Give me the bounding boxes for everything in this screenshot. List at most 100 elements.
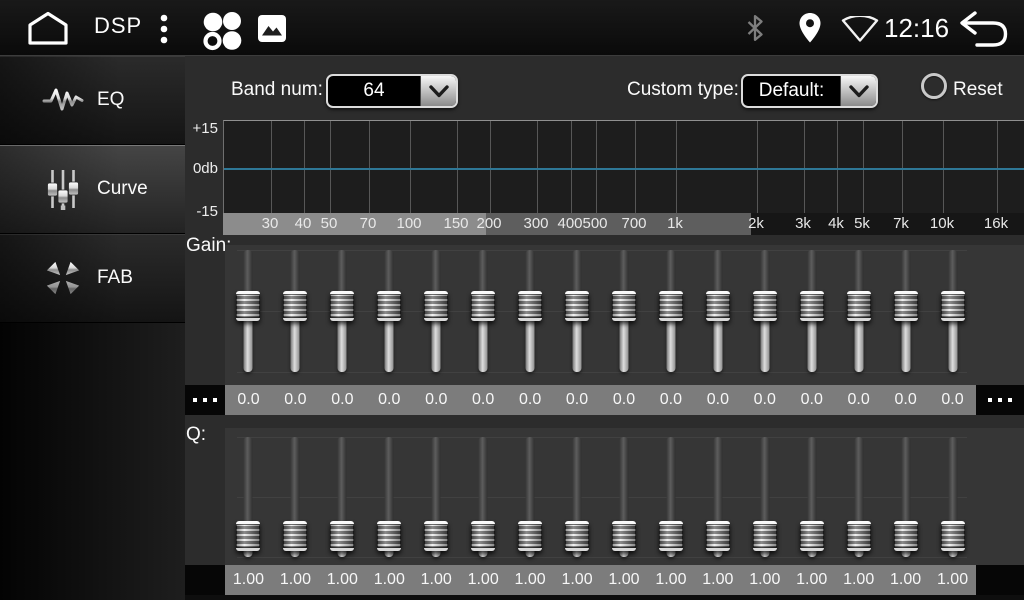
slider-knob[interactable] [941, 291, 965, 321]
freq-tick-label: 7k [893, 215, 909, 232]
slider-knob[interactable] [753, 291, 777, 321]
slider-knob[interactable] [518, 521, 542, 551]
slider-knob[interactable] [894, 521, 918, 551]
slider-knob[interactable] [283, 521, 307, 551]
slider-track-upper [338, 437, 347, 525]
q-band-slider-5[interactable] [413, 428, 460, 565]
slider-knob[interactable] [565, 291, 589, 321]
gain-band-slider-2[interactable] [272, 245, 319, 385]
chevron-down-icon[interactable] [420, 76, 456, 106]
slider-knob[interactable] [847, 291, 871, 321]
location-icon [798, 12, 822, 44]
slider-knob[interactable] [659, 291, 683, 321]
gain-band-slider-5[interactable] [413, 245, 460, 385]
q-band-slider-4[interactable] [366, 428, 413, 565]
custom-type-dropdown[interactable]: Default: [741, 74, 878, 108]
slider-knob[interactable] [659, 521, 683, 551]
gain-band-slider-8[interactable] [554, 245, 601, 385]
q-band-slider-9[interactable] [601, 428, 648, 565]
slider-knob[interactable] [518, 291, 542, 321]
gain-axis-zero-label: 0db [185, 160, 218, 177]
slider-track-lower [385, 317, 394, 372]
gain-band-slider-13[interactable] [788, 245, 835, 385]
q-band-slider-11[interactable] [694, 428, 741, 565]
q-band-slider-3[interactable] [319, 428, 366, 565]
gain-band-slider-6[interactable] [460, 245, 507, 385]
home-icon[interactable] [24, 10, 72, 46]
slider-knob[interactable] [283, 291, 307, 321]
zero-gain-line [224, 168, 1024, 170]
slider-knob[interactable] [471, 521, 495, 551]
slider-knob[interactable] [330, 291, 354, 321]
q-band-value-14: 1.00 [835, 565, 882, 595]
slider-knob[interactable] [706, 291, 730, 321]
slider-knob[interactable] [753, 521, 777, 551]
gain-band-slider-1[interactable] [225, 245, 272, 385]
slider-knob[interactable] [424, 291, 448, 321]
q-scroll-right-button[interactable] [976, 565, 1024, 595]
slider-knob[interactable] [800, 291, 824, 321]
q-band-slider-1[interactable] [225, 428, 272, 565]
slider-knob[interactable] [330, 521, 354, 551]
gain-band-slider-16[interactable] [929, 245, 976, 385]
gain-band-slider-15[interactable] [882, 245, 929, 385]
q-band-slider-7[interactable] [507, 428, 554, 565]
q-band-slider-15[interactable] [882, 428, 929, 565]
q-band-slider-12[interactable] [741, 428, 788, 565]
slider-knob[interactable] [377, 291, 401, 321]
q-band-value-6: 1.00 [460, 565, 507, 595]
q-band-slider-6[interactable] [460, 428, 507, 565]
gain-band-slider-9[interactable] [601, 245, 648, 385]
gain-scroll-right-button[interactable] [976, 385, 1024, 415]
gain-band-slider-11[interactable] [694, 245, 741, 385]
slider-track-upper [338, 250, 347, 295]
status-bar: DSP 12:16 [0, 0, 1024, 56]
band-num-dropdown[interactable]: 64 [326, 74, 458, 108]
slider-knob[interactable] [706, 521, 730, 551]
sidebar-item-curve[interactable]: Curve [0, 145, 185, 234]
gain-scroll-left-button[interactable] [185, 385, 225, 415]
gain-band-slider-10[interactable] [647, 245, 694, 385]
slider-knob[interactable] [377, 521, 401, 551]
apps-clover-icon[interactable] [202, 11, 242, 51]
back-icon[interactable] [954, 9, 1012, 49]
slider-track-upper [573, 437, 582, 525]
sidebar-item-fab[interactable]: FAB [0, 234, 185, 323]
frequency-axis: 304050701001502003004005007001k2k3k4k5k7… [223, 213, 1024, 235]
slider-knob[interactable] [612, 521, 636, 551]
slider-knob[interactable] [612, 291, 636, 321]
q-band-slider-10[interactable] [647, 428, 694, 565]
reset-radio-button[interactable] [921, 73, 947, 99]
gain-band-slider-14[interactable] [835, 245, 882, 385]
q-band-slider-2[interactable] [272, 428, 319, 565]
sidebar-item-eq[interactable]: EQ [0, 56, 185, 145]
q-band-slider-14[interactable] [835, 428, 882, 565]
gain-band-slider-12[interactable] [741, 245, 788, 385]
q-band-value-8: 1.00 [554, 565, 601, 595]
gain-band-slider-7[interactable] [507, 245, 554, 385]
chevron-down-icon[interactable] [840, 76, 876, 106]
gain-band-slider-4[interactable] [366, 245, 413, 385]
q-band-slider-16[interactable] [929, 428, 976, 565]
slider-knob[interactable] [941, 521, 965, 551]
q-band-slider-8[interactable] [554, 428, 601, 565]
gain-band-slider-3[interactable] [319, 245, 366, 385]
slider-knob[interactable] [894, 291, 918, 321]
gain-band-value-8: 0.0 [554, 385, 601, 415]
q-scroll-left-button[interactable] [185, 565, 225, 595]
slider-knob[interactable] [847, 521, 871, 551]
slider-knob[interactable] [236, 521, 260, 551]
slider-knob[interactable] [424, 521, 448, 551]
gallery-icon[interactable] [258, 15, 286, 42]
freq-tick-label: 3k [795, 215, 811, 232]
slider-knob[interactable] [565, 521, 589, 551]
slider-track-lower [526, 317, 535, 372]
slider-knob[interactable] [471, 291, 495, 321]
slider-knob[interactable] [236, 291, 260, 321]
freq-tick-label: 10k [930, 215, 954, 232]
q-band-slider-13[interactable] [788, 428, 835, 565]
eq-curve-graph[interactable] [223, 120, 1024, 213]
overflow-menu-icon[interactable] [158, 13, 170, 45]
freq-gridline [490, 121, 491, 213]
slider-knob[interactable] [800, 521, 824, 551]
